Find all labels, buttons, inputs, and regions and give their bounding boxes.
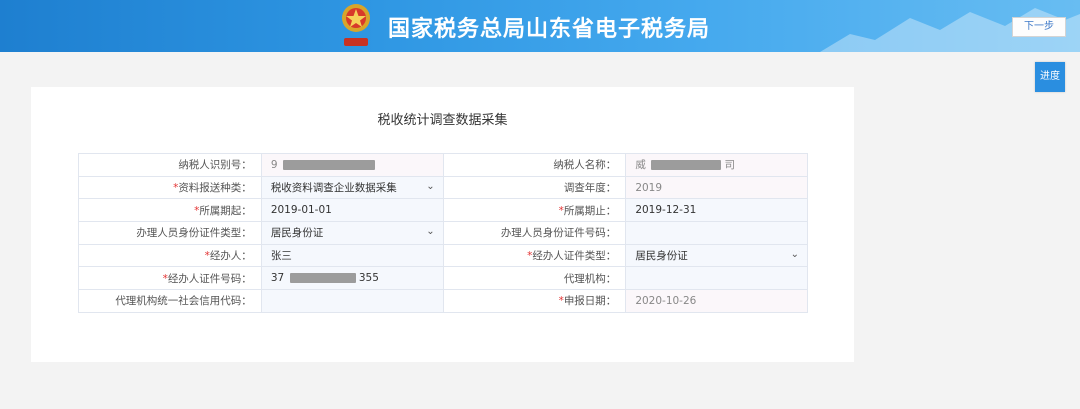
agency-credit-code-field[interactable] <box>260 289 444 313</box>
redaction-mask <box>289 273 356 284</box>
taxpayer-name-field[interactable]: 威 司 <box>625 153 808 177</box>
handler-id-number-label: 办理人员身份证件号码： <box>442 221 627 245</box>
site-title: 国家税务总局山东省电子税务局 <box>388 17 711 42</box>
period-end-field[interactable]: 2019-12-31 <box>625 198 808 223</box>
agency-credit-code-label: 代理机构统一社会信用代码： <box>78 289 262 313</box>
chevron-down-icon[interactable]: ⌄ <box>426 226 434 237</box>
form-row: 纳税人识别号： 9 纳税人名称： 威 司 <box>78 153 808 177</box>
form-row: *资料报送种类： 税收资料调查企业数据采集 ⌄ 调查年度： 2019 <box>78 175 808 200</box>
chevron-down-icon[interactable]: ⌄ <box>426 181 434 192</box>
form-row: *所属期起： 2019-01-01 *所属期止： 2019-12-31 <box>78 198 808 223</box>
agent-id-type-select[interactable]: 居民身份证 ⌄ <box>625 243 808 268</box>
form-row: 代理机构统一社会信用代码： *申报日期： 2020-10-26 <box>78 289 808 313</box>
filing-date-label: *申报日期： <box>442 289 627 313</box>
survey-year-label: 调查年度： <box>442 175 627 200</box>
period-start-field[interactable]: 2019-01-01 <box>260 198 444 223</box>
next-step-button[interactable]: 下一步 <box>1012 17 1066 37</box>
progress-button[interactable]: 进度 <box>1035 62 1065 92</box>
taxpayer-id-field[interactable]: 9 <box>260 153 444 177</box>
filing-date-field[interactable]: 2020-10-26 <box>625 289 808 313</box>
agent-id-number-field[interactable]: 37 355 <box>260 266 444 291</box>
agent-name-label: *经办人： <box>78 243 262 268</box>
period-end-label: *所属期止： <box>442 198 627 223</box>
form-row: 办理人员身份证件类型： 居民身份证 ⌄ 办理人员身份证件号码： <box>78 221 808 245</box>
agent-name-field[interactable]: 张三 <box>260 243 444 268</box>
top-banner: 国家税务总局山东省电子税务局 下一步 <box>0 0 1080 52</box>
redaction-mask <box>651 160 722 171</box>
form-row: *经办人： 张三 *经办人证件类型： 居民身份证 ⌄ <box>78 243 808 268</box>
taxpayer-id-label: 纳税人识别号： <box>78 153 262 177</box>
report-type-select[interactable]: 税收资料调查企业数据采集 ⌄ <box>260 175 444 200</box>
chevron-down-icon[interactable]: ⌄ <box>791 249 799 260</box>
handler-id-number-field[interactable] <box>625 221 808 245</box>
taxpayer-name-label: 纳税人名称： <box>442 153 627 177</box>
agency-field[interactable] <box>625 266 808 291</box>
agent-id-number-label: *经办人证件号码： <box>78 266 262 291</box>
handler-id-type-label: 办理人员身份证件类型： <box>78 221 262 245</box>
form-title: 税收统计调查数据采集 <box>377 113 508 128</box>
tax-emblem-icon <box>342 4 370 46</box>
survey-year-field[interactable]: 2019 <box>625 175 808 200</box>
form-card: 税收统计调查数据采集 纳税人识别号： 9 纳税人名称： 威 司 *资料报送种类：… <box>31 87 854 362</box>
survey-form: 纳税人识别号： 9 纳税人名称： 威 司 *资料报送种类： 税收资料调查企业数据… <box>78 153 808 313</box>
form-row: *经办人证件号码： 37 355 代理机构： <box>78 266 808 291</box>
redaction-mask <box>282 159 375 170</box>
agency-label: 代理机构： <box>442 266 627 291</box>
handler-id-type-select[interactable]: 居民身份证 ⌄ <box>260 221 444 245</box>
report-type-label: *资料报送种类： <box>78 175 262 200</box>
period-start-label: *所属期起： <box>78 198 262 223</box>
agent-id-type-label: *经办人证件类型： <box>442 243 627 268</box>
